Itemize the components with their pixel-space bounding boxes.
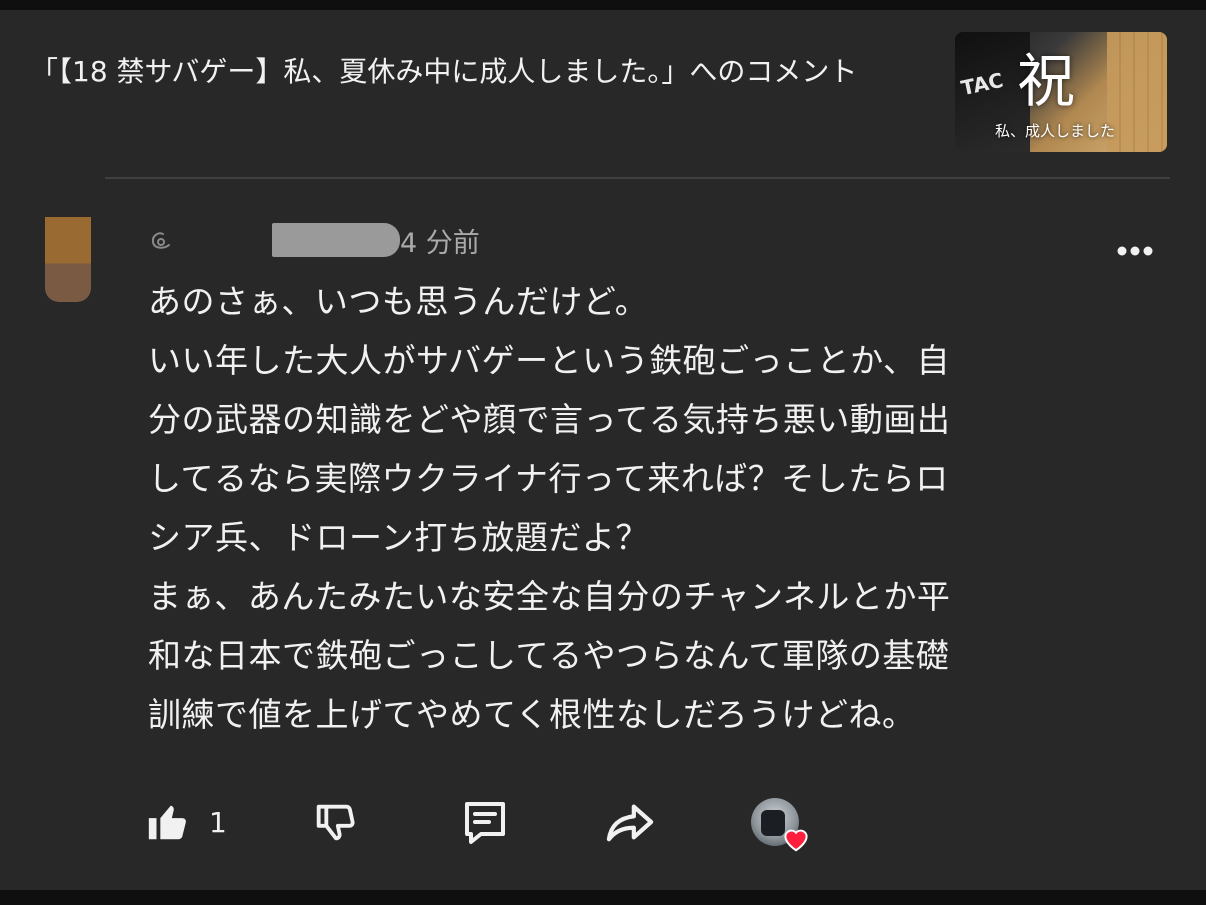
comment-line: 訓練で値を上げてやめてく根性なしだろうけどね。 (148, 695, 916, 734)
more-options-button[interactable] (1113, 237, 1157, 265)
more-dots-icon (1117, 246, 1153, 256)
like-button[interactable]: 1 (145, 799, 227, 845)
page-title: 「【18 禁サバゲー】私、夏休み中に成人しました。」へのコメント (30, 55, 858, 88)
video-thumbnail[interactable]: TAC 祝 私、成人しました (955, 32, 1167, 152)
share-button[interactable] (605, 799, 655, 845)
comment-line: してるなら実際ウクライナ行って来れば？そしたらロ (148, 459, 949, 498)
thumbnail-kanji: 祝 (1017, 47, 1076, 115)
creator-heart-badge (750, 798, 808, 852)
thumbs-down-icon (316, 804, 355, 841)
thumbnail-wood-wall (1107, 32, 1167, 152)
comment-actions: 1 (145, 792, 808, 852)
comment-reply-icon (464, 802, 505, 844)
comment-line: 分の武器の知識をどや顔で言ってる気持ち悪い動画出 (148, 400, 951, 439)
comment-timestamp[interactable]: 4 分前 (400, 221, 480, 260)
comment-line: あのさぁ、いつも思うんだけど。 (148, 282, 649, 321)
comment-line: まぁ、あんたみたいな安全な自分のチャンネルとか平 (148, 577, 951, 616)
creator-heart-icon (784, 829, 808, 852)
creator-avatar (750, 798, 808, 852)
at-handle-icon[interactable] (148, 227, 174, 253)
redacted-username (272, 223, 400, 257)
comment-line: シア兵、ドローン打ち放題だよ？ (148, 518, 649, 557)
reply-button[interactable] (459, 798, 511, 846)
commenter-avatar[interactable] (45, 217, 91, 302)
comment-line: 和な日本で鉄砲ごっこしてるやつらなんて軍隊の基礎 (148, 636, 950, 675)
comment-line: いい年した大人がサバゲーという鉄砲ごっことか、自 (148, 341, 951, 380)
comment-meta: 4 分前 (148, 220, 480, 260)
like-count: 1 (209, 805, 227, 839)
thumbnail-subtitle: 私、成人しました (995, 122, 1116, 140)
header-divider (105, 177, 1170, 179)
share-arrow-icon (606, 804, 654, 842)
thumbs-up-filled-icon (148, 805, 186, 840)
dislike-button[interactable] (311, 799, 357, 845)
comment-text: あのさぁ、いつも思うんだけど。 いい年した大人がサバゲーという鉄砲ごっことか、自… (148, 272, 1098, 744)
